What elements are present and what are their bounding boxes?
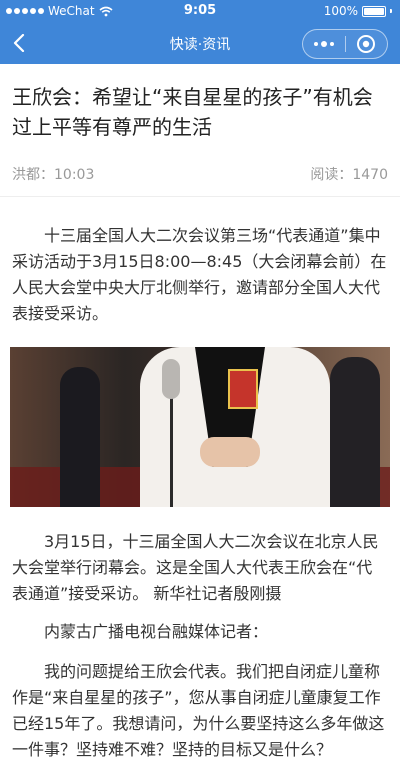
battery-icon [362,5,386,17]
article-source-time: 洪都：10:03 [12,167,95,183]
more-dots-icon [314,42,318,46]
photo-subject-hands [200,437,260,467]
microphone-icon [162,359,180,399]
miniprogram-capsule [302,29,388,59]
article-photo[interactable] [10,347,390,507]
close-circle-icon [357,35,376,53]
divider [0,196,400,197]
photo-delegate-badge [228,369,258,409]
status-bar: WeChat 9:05 100% [0,0,400,22]
photo-bystander-right [330,357,380,507]
nav-bar: 快读·资讯 [0,22,400,64]
article-content[interactable]: 王欣会：希望让“来自星星的孩子”有机会过上平等有尊严的生活 洪都：10:03 阅… [0,64,400,763]
photo-caption: 3月15日，十三届全国人大二次会议在北京人民大会堂举行闭幕会。这是全国人大代表王… [12,532,379,603]
article-meta: 洪都：10:03 阅读：1470 [12,164,388,184]
battery-percent: 100% [323,4,358,18]
close-button[interactable] [346,30,387,58]
photo-mic-stand [170,397,173,507]
article-paragraph: 内蒙古广播电视台融媒体记者： [44,622,269,641]
app-header: WeChat 9:05 100% 快读·资讯 [0,0,400,64]
battery-status: 100% [324,4,392,18]
article-paragraph: 十三届全国人大二次会议第三场“代表通道”集中采访活动于3月15日8:00—8:4… [12,226,387,323]
article-read-count: 阅读：1470 [310,167,388,183]
article-title: 王欣会：希望让“来自星星的孩子”有机会过上平等有尊严的生活 [12,85,373,139]
battery-tip-icon [390,9,392,13]
article-paragraph: 我的问题提给王欣会代表。我们把自闭症儿童称作是“来自星星的孩子”，您从事自闭症儿… [12,662,385,759]
more-button[interactable] [303,30,345,58]
photo-bystander-left [60,367,100,507]
